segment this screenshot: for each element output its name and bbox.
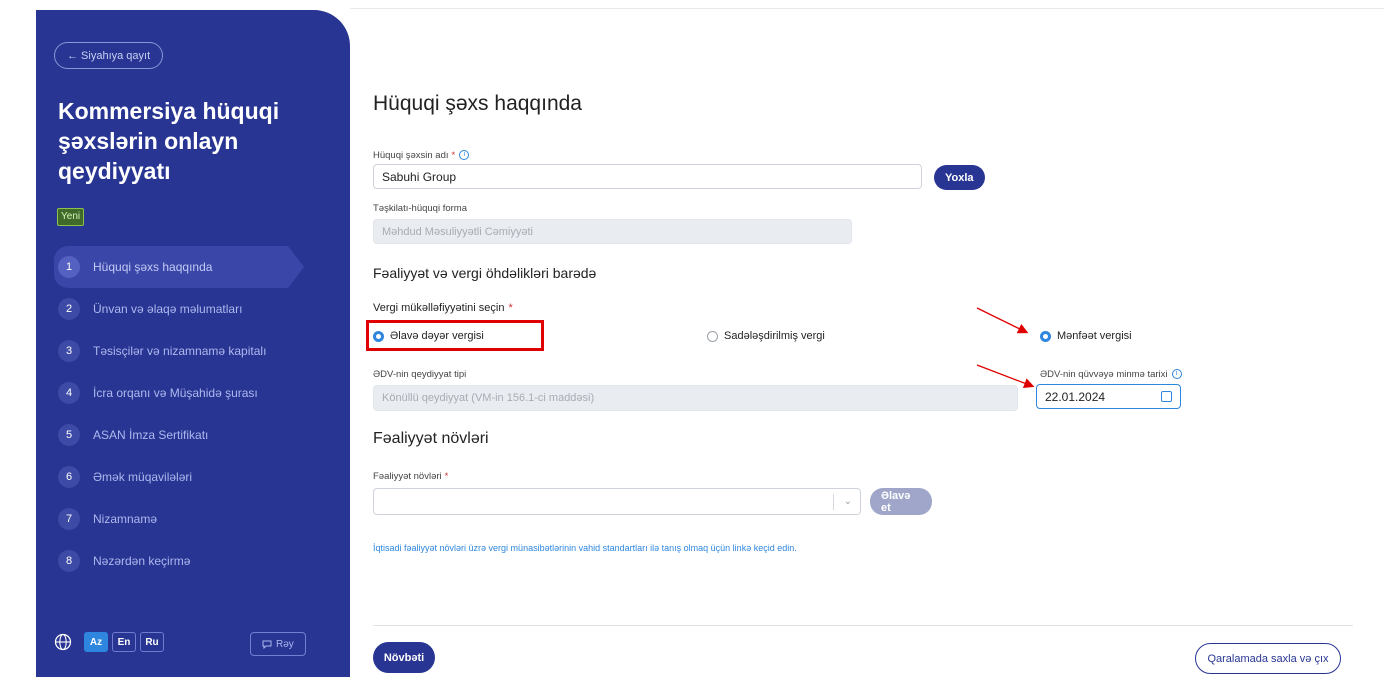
radio-simplified[interactable]: Sadələşdirilmiş vergi [707,330,825,342]
page: ← Siyahıya qayıt Kommersiya hüquqi şəxsl… [0,0,1384,677]
step-label: Nizamnamə [93,512,158,526]
required-mark: * [444,471,449,482]
radio-simplified-dot[interactable] [707,330,718,342]
feedback-button[interactable]: Rəy [250,632,306,656]
company-name-value: Sabuhi Group [382,169,457,184]
save-draft-exit-button[interactable]: Qaralamada saxla və çıx [1195,643,1341,674]
next-button[interactable]: Növbəti [373,642,435,673]
step-item-8[interactable]: 8 Nəzərdən keçirmə [54,540,350,582]
step-item-6[interactable]: 6 Əmək müqavilələri [54,456,350,498]
tax-select-label: Vergi mükəlləfiyyətini seçin * [373,302,513,314]
step-item-1[interactable]: 1 Hüquqi şəxs haqqında [54,246,304,288]
step-item-4[interactable]: 4 İcra orqanı və Müşahidə şurası [54,372,350,414]
org-form-label: Təşkilatı-hüquqi forma [373,203,467,214]
info-icon[interactable]: i [459,150,470,161]
vat-date-input[interactable]: 22.01.2024 [1036,384,1181,409]
info-icon[interactable]: i [1171,369,1182,380]
step-label: ASAN İmza Sertifikatı [93,428,209,442]
step-item-2[interactable]: 2 Ünvan və əlaqə məlumatları [54,288,350,330]
vat-type-value: Könüllü qeydiyyat (VM-in 156.1-ci maddəs… [382,392,595,404]
back-label: ← Siyahıya qayıt [67,49,151,62]
company-name-input[interactable]: Sabuhi Group [373,164,922,189]
tax-select-label-text: Vergi mükəlləfiyyətini seçin [373,302,505,314]
page-title: Hüquqi şəxs haqqında [373,92,582,115]
activity-label-text: Fəaliyyət növləri [373,471,442,482]
back-to-list-button[interactable]: ← Siyahıya qayıt [54,42,164,69]
step-number: 7 [58,508,80,530]
required-mark: * [451,150,456,161]
step-number: 2 [58,298,80,320]
org-form-field: Məhdud Məsuliyyətli Cəmiyyəti [373,219,852,244]
add-activity-button[interactable]: Əlavə et [870,488,932,515]
name-label-text: Hüquqi şəxsin adı [373,150,449,161]
activity-select[interactable]: ⌄ [373,488,861,515]
section-tax-title: Fəaliyyət və vergi öhdəlikləri barədə [373,265,597,281]
step-label: Əmək müqavilələri [93,470,193,484]
vat-date-label: ƏDV-nin qüvvəyə minmə tarixi i [1040,369,1182,380]
chevron-down-icon[interactable]: ⌄ [844,496,852,507]
step-item-7[interactable]: 7 Nizamnamə [54,498,350,540]
info-link[interactable]: İqtisadi fəaliyyət növləri üzrə vergi mü… [373,543,797,553]
vat-date-value: 22.01.2024 [1045,389,1106,404]
feedback-label: Rəy [276,638,294,650]
lang-az-button[interactable]: Az [84,632,108,652]
step-label: Hüquqi şəxs haqqında [93,260,213,274]
globe-icon [54,633,72,651]
language-switcher: Az En Ru [54,632,164,652]
check-button[interactable]: Yoxla [934,165,985,190]
activity-label: Fəaliyyət növləri * [373,471,448,482]
step-item-5[interactable]: 5 ASAN İmza Sertifikatı [54,414,350,456]
annotation-arrow-profit [976,307,1029,334]
radio-profit-label: Mənfəət vergisi [1057,330,1132,342]
step-number: 6 [58,466,80,488]
new-badge: Yeni [57,208,85,226]
vat-type-field: Könüllü qeydiyyat (VM-in 156.1-ci maddəs… [373,385,1018,411]
radio-profit[interactable]: Mənfəət vergisi [1040,330,1132,342]
step-number: 3 [58,340,80,362]
step-label: Təsisçilər və nizamnamə kapitalı [93,344,267,358]
section-activity-title: Fəaliyyət növləri [373,430,489,447]
step-number: 1 [58,256,80,278]
sidebar: ← Siyahıya qayıt Kommersiya hüquqi şəxsl… [36,10,350,677]
bottom-divider [373,625,1353,626]
step-number: 8 [58,550,80,572]
name-label: Hüquqi şəxsin adı * i [373,150,470,161]
step-label: Ünvan və əlaqə məlumatları [93,302,243,316]
org-form-value: Məhdud Məsuliyyətli Cəmiyyəti [382,225,533,238]
step-label: İcra orqanı və Müşahidə şurası [93,386,258,400]
radio-profit-dot[interactable] [1040,330,1051,342]
radio-simplified-label: Sadələşdirilmiş vergi [724,330,825,342]
calendar-icon[interactable] [1161,391,1172,402]
step-number: 4 [58,382,80,404]
step-item-3[interactable]: 3 Təsisçilər və nizamnamə kapitalı [54,330,350,372]
vat-type-label: ƏDV-nin qeydiyyat tipi [373,369,467,380]
lang-en-button[interactable]: En [112,632,136,652]
step-label: Nəzərdən keçirmə [93,554,191,568]
top-divider [350,8,1384,9]
comment-icon [262,640,272,649]
annotation-arrow-date [976,364,1035,389]
lang-ru-button[interactable]: Ru [140,632,164,652]
annotation-highlight-box [366,320,544,351]
step-list: 1 Hüquqi şəxs haqqında 2 Ünvan və əlaqə mə… [54,246,350,582]
vat-date-label-text: ƏDV-nin qüvvəyə minmə tarixi [1040,369,1168,380]
select-separator [833,494,834,510]
required-mark: * [508,302,513,314]
step-number: 5 [58,424,80,446]
sidebar-title: Kommersiya hüquqi şəxslərin onlayn qeydi… [58,98,280,184]
